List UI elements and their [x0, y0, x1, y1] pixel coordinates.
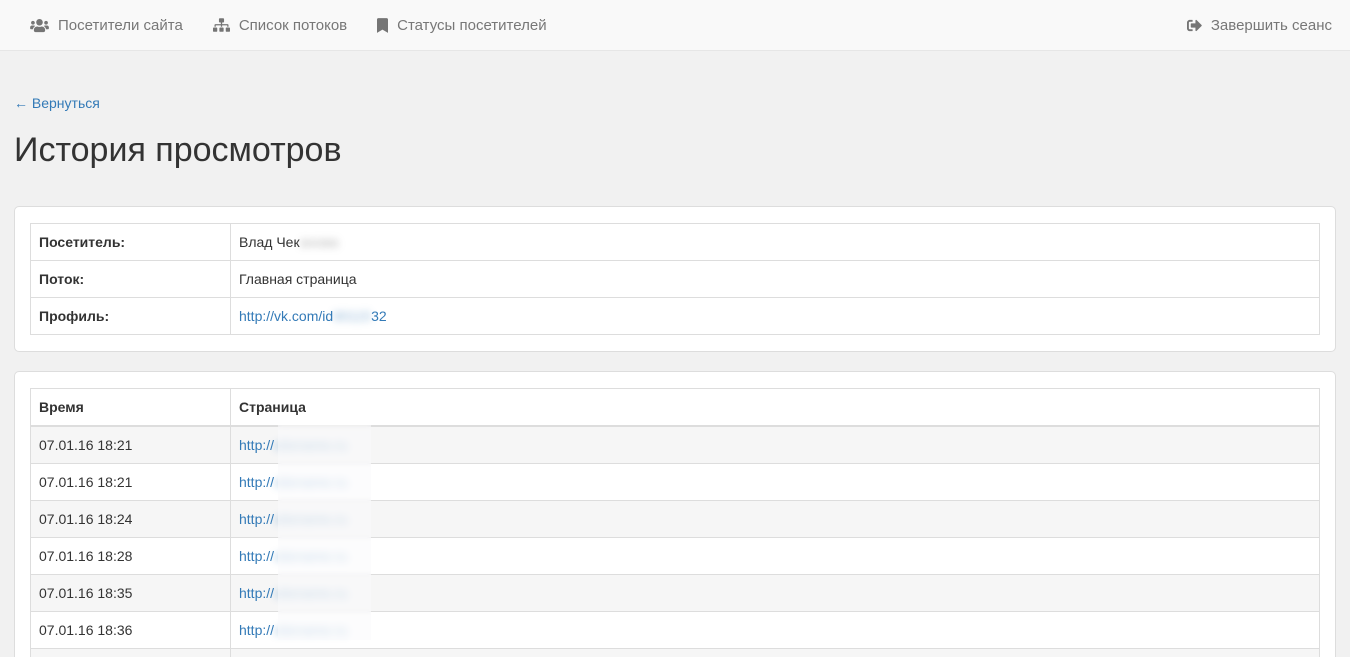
sign-out-icon — [1187, 18, 1202, 33]
history-table-body: 07.01.16 18:21 http://sitename.ru 07.01.… — [31, 426, 1320, 657]
history-panel: Время Страница 07.01.16 18:21 http://sit… — [14, 371, 1336, 657]
visit-time: 07.01.16 18:21 — [31, 464, 231, 501]
page-link[interactable]: http://sitename.ru — [239, 585, 347, 601]
page-link[interactable]: http://sitename.ru — [239, 622, 347, 638]
nav-item-stream-list[interactable]: Список потоков — [198, 0, 362, 50]
visit-page: http://sitename.ru — [231, 501, 1320, 538]
sitemap-icon — [213, 18, 230, 32]
nav-item-label: Статусы посетителей — [397, 17, 546, 34]
visit-page — [231, 649, 1320, 657]
history-header-row: Время Страница — [31, 389, 1320, 427]
visit-time: 07.01.16 18:36 — [31, 612, 231, 649]
nav-item-label: Посетители сайта — [58, 17, 183, 34]
page-link[interactable]: http://sitename.ru — [239, 511, 347, 527]
table-row — [31, 649, 1320, 657]
nav-item-visitor-statuses[interactable]: Статусы посетителей — [362, 0, 561, 50]
visitor-name: Влад Чеканова — [231, 224, 1320, 261]
redacted-url-segment: sitename.ru — [274, 511, 347, 527]
redacted-id-segment: 90115 — [333, 308, 371, 324]
back-link[interactable]: ← Вернуться — [14, 95, 100, 111]
visitor-info-panel: Посетитель: Влад Чеканова Поток: Главная… — [14, 206, 1336, 352]
profile-label: Профиль: — [31, 298, 231, 335]
table-row: 07.01.16 18:36 http://sitename.ru — [31, 612, 1320, 649]
visitor-info-table: Посетитель: Влад Чеканова Поток: Главная… — [30, 223, 1320, 335]
table-row-stream: Поток: Главная страница — [31, 261, 1320, 298]
redacted-url-segment: sitename.ru — [274, 585, 347, 601]
history-table: Время Страница 07.01.16 18:21 http://sit… — [30, 388, 1320, 657]
visit-time — [31, 649, 231, 657]
visit-page: http://sitename.ru — [231, 538, 1320, 575]
nav-item-end-session[interactable]: Завершить сеанс — [1172, 0, 1335, 50]
page-link[interactable]: http://sitename.ru — [239, 474, 347, 490]
redacted-name-segment: анова — [300, 234, 338, 250]
table-row-profile: Профиль: http://vk.com/id9011532 — [31, 298, 1320, 335]
profile-link[interactable]: http://vk.com/id9011532 — [239, 308, 387, 324]
page-link[interactable]: http://sitename.ru — [239, 437, 347, 453]
table-row: 07.01.16 18:28 http://sitename.ru — [31, 538, 1320, 575]
nav-item-label: Список потоков — [239, 17, 347, 34]
stream-value: Главная страница — [231, 261, 1320, 298]
redacted-url-segment: sitename.ru — [274, 548, 347, 564]
page-title: История просмотров — [14, 130, 1336, 171]
stream-label: Поток: — [31, 261, 231, 298]
nav-item-label: Завершить сеанс — [1211, 17, 1332, 34]
nav-item-site-visitors[interactable]: Посетители сайта — [15, 0, 198, 50]
table-row: 07.01.16 18:35 http://sitename.ru — [31, 575, 1320, 612]
page-link[interactable]: http://sitename.ru — [239, 548, 347, 564]
redacted-url-segment: sitename.ru — [274, 474, 347, 490]
top-navbar: Посетители сайта Список потоков Статусы … — [0, 0, 1350, 51]
visit-page: http://sitename.ru — [231, 612, 1320, 649]
visit-page: http://sitename.ru — [231, 426, 1320, 464]
table-row: 07.01.16 18:24 http://sitename.ru — [31, 501, 1320, 538]
visit-time: 07.01.16 18:21 — [31, 426, 231, 464]
visit-page: http://sitename.ru — [231, 464, 1320, 501]
page-container: ← Вернуться История просмотров Посетител… — [0, 51, 1350, 657]
bookmark-icon — [377, 18, 388, 33]
navbar-right-group: Завершить сеанс — [1172, 0, 1335, 50]
profile-value: http://vk.com/id9011532 — [231, 298, 1320, 335]
redacted-url-segment: sitename.ru — [274, 622, 347, 638]
table-row: 07.01.16 18:21 http://sitename.ru — [31, 426, 1320, 464]
visit-time: 07.01.16 18:24 — [31, 501, 231, 538]
column-header-page: Страница — [231, 389, 1320, 427]
users-icon — [30, 18, 49, 33]
navbar-left-group: Посетители сайта Список потоков Статусы … — [15, 0, 562, 50]
column-header-time: Время — [31, 389, 231, 427]
visit-page: http://sitename.ru — [231, 575, 1320, 612]
table-row-visitor: Посетитель: Влад Чеканова — [31, 224, 1320, 261]
visit-time: 07.01.16 18:35 — [31, 575, 231, 612]
table-row: 07.01.16 18:21 http://sitename.ru — [31, 464, 1320, 501]
redacted-url-segment: sitename.ru — [274, 437, 347, 453]
visitor-label: Посетитель: — [31, 224, 231, 261]
visit-time: 07.01.16 18:28 — [31, 538, 231, 575]
